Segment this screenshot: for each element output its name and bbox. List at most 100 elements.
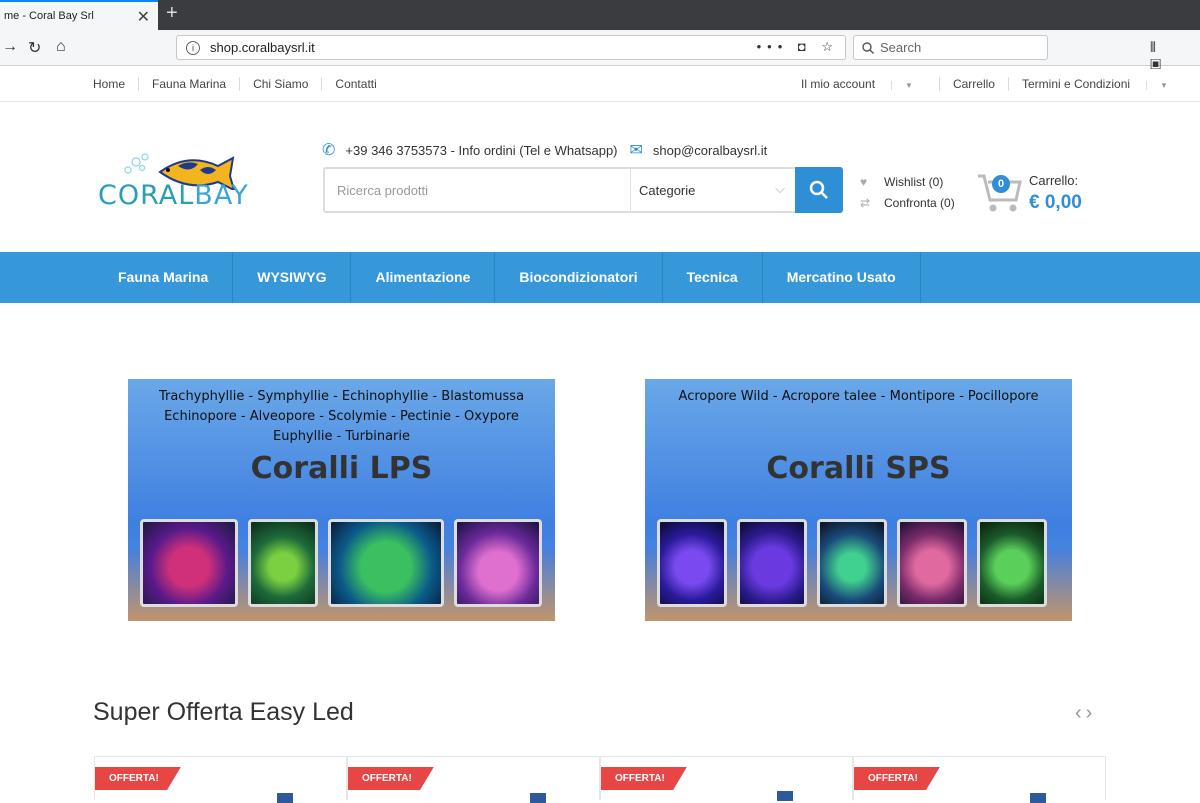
site-topbar: Home Fauna Marina Chi Siamo Contatti Il … [0, 66, 1200, 102]
cart-label: Carrello: [1029, 173, 1079, 188]
heart-icon: ♥ [860, 175, 868, 189]
coralbay-logo[interactable]: CORALBAY [98, 150, 283, 215]
main-nav-tecnica[interactable]: Tecnica [663, 252, 763, 303]
chevron-down-icon: ⌵ [775, 181, 785, 196]
top-nav-termini[interactable]: Termini e Condizioni ▼ [1007, 77, 1194, 91]
chevron-left-icon[interactable]: ‹ [1075, 702, 1086, 724]
compare-arrows-icon: ⇄ [860, 196, 871, 210]
phone-text[interactable]: +39 346 3753573 - Info ordini (Tel e Wha… [345, 143, 617, 158]
wishlist-link[interactable]: ♥ Wishlist (0) [860, 172, 955, 193]
main-nav-biocondizionatori[interactable]: Biocondizionatori [495, 252, 663, 303]
top-nav-account[interactable]: Il mio account ▼ [801, 77, 939, 91]
browser-search-input[interactable]: Search [853, 35, 1048, 60]
category-select[interactable]: Categorie ⌵ [630, 169, 795, 211]
top-nav-fauna-marina[interactable]: Fauna Marina [138, 77, 239, 91]
banner-sps-subtitle: Acropore Wild - Acropore talee - Montipo… [645, 387, 1072, 407]
coral-thumbnail [897, 519, 967, 607]
termini-label: Termini e Condizioni [1021, 77, 1131, 91]
tab-title: me - Coral Bay Srl [4, 10, 94, 22]
browser-navbar: → ↻ ⌂ i shop.coralbaysrl.it ••• ◘ ☆ Sear… [0, 30, 1200, 72]
product-card[interactable]: OFFERTA! [347, 756, 600, 803]
product-search-form: Ricerca prodotti Categorie ⌵ [323, 167, 843, 213]
top-nav-contatti[interactable]: Contatti [321, 77, 389, 91]
search-icon [862, 41, 874, 54]
top-nav-chi-siamo[interactable]: Chi Siamo [239, 77, 321, 91]
contact-info: ✆ +39 346 3753573 - Info ordini (Tel e W… [322, 140, 767, 160]
coral-thumbnail [328, 519, 444, 607]
banner-lps-line-2: Echinopore - Alveopore - Scolymie - Pect… [164, 409, 519, 424]
coral-thumbnail [817, 519, 887, 607]
offers-section-title: Super Offerta Easy Led [93, 698, 354, 726]
new-tab-icon[interactable]: + [166, 2, 178, 25]
banner-lps-line-3: Euphyllie - Turbinarie [272, 429, 410, 444]
main-nav-alimentazione[interactable]: Alimentazione [351, 252, 496, 303]
browser-search-placeholder: Search [880, 40, 922, 55]
coral-thumbnail [140, 519, 238, 607]
banner-lps-thumbnails [140, 519, 542, 607]
chevron-right-icon[interactable]: › [1086, 702, 1097, 724]
category-label: Categorie [639, 183, 696, 198]
home-icon[interactable]: ⌂ [56, 38, 66, 56]
info-icon[interactable]: i [186, 40, 200, 55]
product-card[interactable]: OFFERTA! [94, 756, 347, 803]
offer-badge: OFFERTA! [601, 767, 687, 790]
main-nav-wysiwyg[interactable]: WYSIWYG [233, 252, 352, 303]
offer-badge: OFFERTA! [854, 767, 940, 790]
product-card[interactable]: OFFERTA! [853, 756, 1106, 803]
coral-thumbnail [454, 519, 542, 607]
page-actions-icon[interactable]: ••• ◘ ☆ [757, 39, 839, 55]
compare-label: Confronta (0) [884, 196, 955, 210]
product-card[interactable]: OFFERTA! [600, 756, 853, 801]
offer-badge: OFFERTA! [95, 767, 181, 790]
top-nav-left: Home Fauna Marina Chi Siamo Contatti [93, 77, 390, 91]
cart-total: € 0,00 [1029, 192, 1082, 213]
product-carousel: OFFERTA! OFFERTA! OFFERTA! OFFERTA! [94, 756, 1106, 803]
product-image [277, 793, 293, 803]
banner-sps-title: Coralli SPS [766, 451, 951, 486]
banner-lps-subtitle: Trachyphyllie - Symphyllie - Echinophyll… [128, 387, 555, 447]
carousel-arrows: ‹› [1075, 702, 1096, 725]
address-bar[interactable]: i shop.coralbaysrl.it ••• ◘ ☆ [176, 35, 846, 60]
chevron-down-icon: ▼ [1146, 81, 1181, 90]
banner-coralli-lps[interactable]: Trachyphyllie - Symphyllie - Echinophyll… [128, 379, 555, 621]
product-search-input[interactable]: Ricerca prodotti [325, 169, 630, 211]
wishlist-label: Wishlist (0) [884, 175, 944, 189]
reload-icon[interactable]: ↻ [28, 38, 41, 58]
email-text[interactable]: shop@coralbaysrl.it [653, 143, 767, 158]
top-nav-home[interactable]: Home [93, 77, 138, 91]
top-nav-right: Il mio account ▼ Carrello Termini e Condi… [801, 77, 1194, 91]
compare-link[interactable]: ⇄ Confronta (0) [860, 193, 955, 214]
logo-text-bay: BAY [194, 180, 249, 211]
banner-sps-line-1: Acropore Wild - Acropore talee - Montipo… [678, 389, 1039, 404]
site-header: CORALBAY ✆ +39 346 3753573 - Info ordini… [0, 102, 1200, 252]
forward-icon[interactable]: → [2, 38, 18, 56]
product-image [530, 793, 546, 803]
coral-thumbnail [248, 519, 318, 607]
main-nav-mercatino-usato[interactable]: Mercatino Usato [763, 252, 921, 303]
search-icon [809, 180, 828, 199]
logo-text: CORALBAY [98, 180, 249, 211]
coral-thumbnail [737, 519, 807, 607]
mail-icon: ✉ [629, 142, 643, 159]
chevron-down-icon: ▼ [891, 81, 926, 90]
coral-thumbnail [657, 519, 727, 607]
close-tab-icon[interactable]: ✕ [137, 7, 150, 27]
browser-tab[interactable]: me - Coral Bay Srl ✕ [0, 0, 158, 30]
mini-cart[interactable]: 0 Carrello: € 0,00 [976, 170, 1082, 219]
account-label: Il mio account [801, 77, 876, 91]
coral-thumbnail [977, 519, 1047, 607]
banner-sps-thumbnails [657, 519, 1047, 607]
banner-coralli-sps[interactable]: Acropore Wild - Acropore talee - Montipo… [645, 379, 1072, 621]
top-nav-carrello[interactable]: Carrello [938, 77, 1008, 91]
wishlist-compare: ♥ Wishlist (0) ⇄ Confronta (0) [860, 172, 955, 214]
phone-icon: ✆ [322, 142, 336, 159]
search-button[interactable] [795, 167, 843, 213]
main-nav: Fauna Marina WYSIWYG Alimentazione Bioco… [0, 252, 1200, 303]
cart-count-badge: 0 [992, 175, 1010, 193]
main-nav-fauna-marina[interactable]: Fauna Marina [94, 252, 234, 303]
logo-text-coral: CORAL [98, 180, 195, 211]
product-image [1030, 793, 1046, 803]
banner-lps-line-1: Trachyphyllie - Symphyllie - Echinophyll… [158, 389, 525, 404]
url-text: shop.coralbaysrl.it [210, 40, 315, 55]
browser-tabbar: me - Coral Bay Srl ✕ + [0, 0, 1200, 30]
